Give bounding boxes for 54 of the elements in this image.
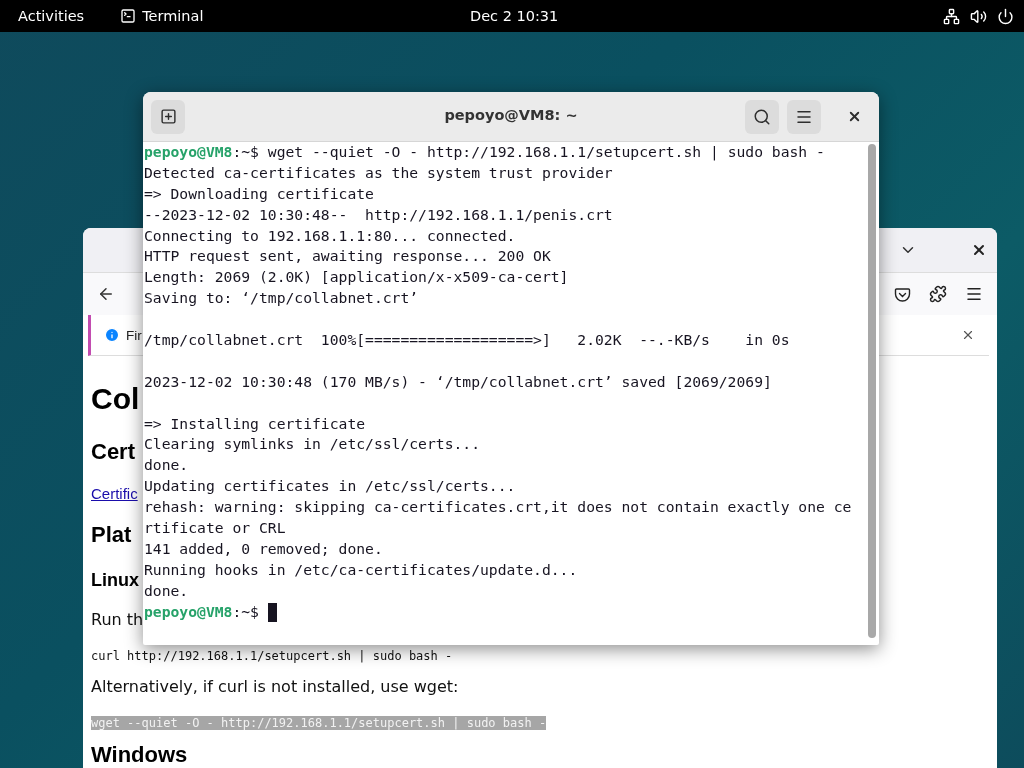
output-line: Saving to: ‘/tmp/collabnet.crt’	[144, 289, 419, 307]
info-icon	[104, 327, 120, 343]
plus-icon	[159, 108, 177, 125]
menu-icon[interactable]	[965, 285, 983, 303]
back-icon[interactable]	[97, 285, 115, 303]
output-line: 2023-12-02 10:30:48 (170 MB/s) - ‘/tmp/collabnet.crt’ saved [2069/2069]	[144, 372, 772, 390]
paragraph: Alternatively, if curl is not installed, use wget:	[91, 677, 459, 696]
menu-button[interactable]	[787, 99, 821, 134]
scrollbar[interactable]	[868, 144, 876, 638]
output-line: => Installing certificate	[144, 414, 366, 432]
output-line: HTTP request sent, awaiting response... 200 OK	[144, 247, 551, 265]
output-line: Length: 2069 (2.0K) [application/x-x509-ca-cert]	[144, 268, 569, 286]
search-icon	[753, 107, 771, 126]
notification-text: Fir	[126, 327, 142, 343]
output-line: rehash: warning: skipping ca-certificates.crt,it does not contain exactly one ce	[144, 498, 852, 516]
output-line: 141 added, 0 removed; done.	[144, 539, 383, 557]
prompt-user: pepoyo@VM8	[144, 602, 233, 620]
command-text: wget --quiet -O - http://192.168.1.1/setupcert.sh | sudo bash -	[267, 143, 825, 160]
volume-icon[interactable]	[970, 7, 987, 25]
app-menu[interactable]: Terminal	[142, 8, 204, 24]
section-heading: Windows	[91, 742, 188, 768]
code-line: curl http://192.168.1.1/setupcert.sh | sudo bash -	[91, 649, 453, 663]
page-heading: Col	[91, 382, 140, 416]
close-icon[interactable]	[961, 328, 975, 342]
output-line: Updating certificates in /etc/ssl/certs...	[144, 477, 516, 495]
subsection-heading: Linux	[91, 570, 139, 591]
output-line: /tmp/collabnet.crt 100%[===================>] 2.02K --.-KB/s in 0s	[144, 331, 790, 348]
prompt-path: :~$	[232, 602, 260, 620]
pocket-icon[interactable]	[894, 285, 911, 303]
network-icon[interactable]	[943, 7, 960, 25]
section-heading: Plat	[91, 522, 132, 548]
new-tab-button[interactable]	[151, 99, 185, 134]
output-line: done.	[144, 456, 189, 474]
output-line: done.	[144, 581, 189, 599]
terminal-icon	[120, 8, 137, 24]
prompt-user: pepoyo@VM8	[144, 143, 233, 160]
output-line: Connecting to 192.168.1.1:80... connected.	[144, 226, 516, 244]
paragraph: Run th	[91, 610, 144, 629]
search-button[interactable]	[745, 99, 779, 134]
window-title: pepoyo@VM8: ~	[444, 107, 578, 123]
activities-button[interactable]: Activities	[18, 8, 85, 24]
output-line: Running hooks in /etc/ca-certificates/update.d...	[144, 560, 578, 578]
output-line: => Downloading certificate	[144, 184, 374, 202]
clock[interactable]: Dec 2 10:31	[470, 8, 559, 24]
output-line: rtificate or CRL	[144, 519, 286, 537]
section-heading: Cert	[91, 439, 135, 465]
puzzle-icon[interactable]	[929, 285, 947, 303]
output-line: Detected ca-certificates as the system trust provider	[144, 163, 613, 181]
prompt-path: :~$	[232, 143, 260, 160]
output-line: --2023-12-02 10:30:48-- http://192.168.1.1/penis.crt	[144, 205, 613, 223]
output-line: Clearing symlinks in /etc/ssl/certs...	[144, 435, 481, 453]
link[interactable]: Certific	[91, 485, 138, 502]
close-icon[interactable]	[971, 242, 987, 258]
power-icon[interactable]	[997, 7, 1014, 25]
